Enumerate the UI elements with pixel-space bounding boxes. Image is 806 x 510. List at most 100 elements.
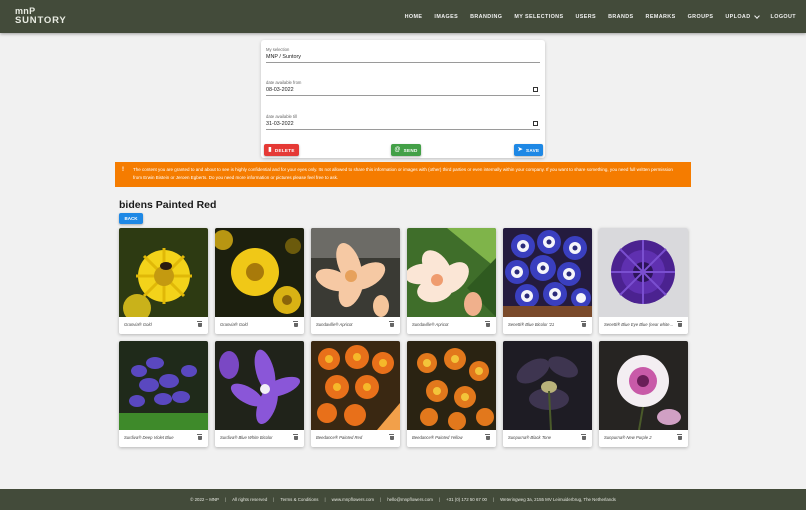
footer-phone: +31 (0) 172 50 67 00 [446, 497, 487, 502]
back-button[interactable]: BACK [119, 213, 143, 224]
date-till-label: date available till [266, 114, 297, 119]
image-card[interactable]: Surdiva® Blue White Bicolor [215, 341, 304, 447]
trash-icon[interactable] [485, 321, 490, 327]
date-from-field[interactable]: date available from 08-03-2022 [266, 80, 540, 96]
flower-photo[interactable] [503, 341, 592, 430]
image-caption: Surdiva® Blue White Bicolor [220, 435, 273, 440]
nav-home[interactable]: HOME [405, 14, 423, 20]
image-card[interactable]: Surdiva® Deep Violet Blue [119, 341, 208, 447]
image-card[interactable]: Sundaville® Apricot [311, 228, 400, 334]
flower-photo[interactable] [215, 228, 304, 317]
trash-icon[interactable] [677, 321, 682, 327]
nav-brands[interactable]: BRANDS [608, 14, 633, 20]
date-from-label: date available from [266, 80, 302, 85]
footer-rights: All rights reserved [232, 497, 268, 502]
nav-upload[interactable]: UPLOAD [725, 12, 760, 20]
flower-photo[interactable] [407, 341, 496, 430]
confidentiality-alert: ! The content you are granted to and abo… [115, 162, 691, 187]
image-caption: Surdiva® Deep Violet Blue [124, 435, 174, 440]
footer-terms-link[interactable]: Terms & Conditions [280, 497, 318, 502]
page-title: bidens Painted Red [119, 199, 217, 211]
selection-value[interactable]: MNP / Suntory [266, 54, 540, 62]
nav-my-selections[interactable]: MY SELECTIONS [514, 14, 563, 20]
save-label: SAVE [525, 147, 540, 153]
flower-photo[interactable] [599, 228, 688, 317]
top-navbar: mnP SUNTORY HOME IMAGES BRANDING MY SELE… [0, 0, 806, 33]
mnp-suntory-logo[interactable]: mnP SUNTORY [15, 7, 67, 26]
footer-website-link[interactable]: www.mnpflowers.com [332, 497, 374, 502]
logo-suntory-text: SUNTORY [15, 15, 67, 26]
footer: © 2022 – MNP | All rights reserved | Ter… [0, 489, 806, 510]
nav-remarks[interactable]: REMARKS [646, 14, 676, 20]
at-sign-icon: @ [394, 147, 401, 153]
nav-branding[interactable]: BRANDING [470, 14, 502, 20]
image-caption: Sundaville® Apricot [316, 322, 353, 327]
flower-photo[interactable] [119, 228, 208, 317]
calendar-icon[interactable] [533, 121, 538, 126]
footer-separator: | [324, 497, 326, 502]
flower-photo[interactable] [503, 228, 592, 317]
delete-button[interactable]: ▮ DELETE [264, 144, 299, 156]
image-card[interactable]: Granvia® Gold [215, 228, 304, 334]
nav-users[interactable]: USERS [575, 14, 596, 20]
flower-photo[interactable] [311, 228, 400, 317]
trash-icon[interactable] [677, 434, 682, 440]
image-caption: Sunpurna® Black Tone [508, 435, 551, 440]
flower-photo[interactable] [215, 341, 304, 430]
image-caption: Beedance® Painted Red [316, 435, 363, 440]
trash-icon[interactable] [485, 434, 490, 440]
image-caption: Granvia® Gold [220, 322, 248, 327]
trash-icon[interactable] [389, 321, 394, 327]
selection-label: My selection [266, 47, 290, 52]
footer-separator: | [492, 497, 495, 502]
trash-icon[interactable] [581, 434, 586, 440]
trash-icon[interactable] [389, 434, 394, 440]
footer-separator: | [273, 497, 275, 502]
image-caption: Granvia® Gold [124, 322, 152, 327]
flower-photo[interactable] [407, 228, 496, 317]
trash-icon[interactable] [197, 321, 202, 327]
image-caption: Beedance® Painted Yellow [412, 435, 463, 440]
nav-logout[interactable]: LOGOUT [771, 14, 796, 20]
nav-images[interactable]: IMAGES [434, 14, 458, 20]
image-caption: Senetti® Blue Bicolor '21 [508, 322, 555, 327]
trash-icon[interactable] [581, 321, 586, 327]
image-card[interactable]: Senetti® Blue Eye Blue (near white 3... [599, 228, 688, 334]
image-card[interactable]: Sunpurna® Black Tone [503, 341, 592, 447]
save-button[interactable]: ➤ SAVE [514, 144, 543, 156]
selection-field[interactable]: My selection MNP / Suntory [266, 47, 540, 63]
flower-photo[interactable] [599, 341, 688, 430]
date-from-value[interactable]: 08-03-2022 [266, 87, 540, 95]
send-label: SEND [403, 147, 418, 153]
nav-groups[interactable]: GROUPS [688, 14, 714, 20]
paper-plane-icon: ➤ [517, 147, 523, 153]
flower-photo[interactable] [119, 341, 208, 430]
footer-email-link[interactable]: hello@mnpflowers.com [387, 497, 433, 502]
image-caption: Senetti® Blue Eye Blue (near white 3... [604, 322, 674, 327]
image-card[interactable]: Sundaville® Apricot [407, 228, 496, 334]
image-card[interactable]: Senetti® Blue Bicolor '21 [503, 228, 592, 334]
warning-icon: ! [122, 167, 124, 173]
trash-icon[interactable] [293, 434, 298, 440]
nav-upload-label: UPLOAD [725, 13, 751, 20]
image-card[interactable]: Granvia® Gold [119, 228, 208, 334]
footer-separator: | [380, 497, 382, 502]
selection-form-card: My selection MNP / Suntory date availabl… [261, 40, 545, 158]
footer-separator: | [224, 497, 227, 502]
delete-label: DELETE [274, 147, 295, 153]
date-till-field[interactable]: date available till 31-03-2022 [266, 114, 540, 130]
calendar-icon[interactable] [533, 87, 538, 92]
image-caption: Sundaville® Apricot [412, 322, 449, 327]
main-nav: HOME IMAGES BRANDING MY SELECTIONS USERS… [393, 0, 796, 33]
trash-icon[interactable] [197, 434, 202, 440]
alert-text: The content you are granted to and about… [133, 167, 673, 180]
image-card[interactable]: Beedance® Painted Yellow [407, 341, 496, 447]
image-card[interactable]: Beedance® Painted Red [311, 341, 400, 447]
image-card[interactable]: Sunpurna® New Purple 2 [599, 341, 688, 447]
send-button[interactable]: @ SEND [391, 144, 421, 156]
flower-photo[interactable] [311, 341, 400, 430]
footer-separator: | [438, 497, 441, 502]
trash-icon[interactable] [293, 321, 298, 327]
footer-address: Weteringweg 3a, 2155 MV Leimuiderbrug, T… [500, 497, 616, 502]
date-till-value[interactable]: 31-03-2022 [266, 121, 540, 129]
